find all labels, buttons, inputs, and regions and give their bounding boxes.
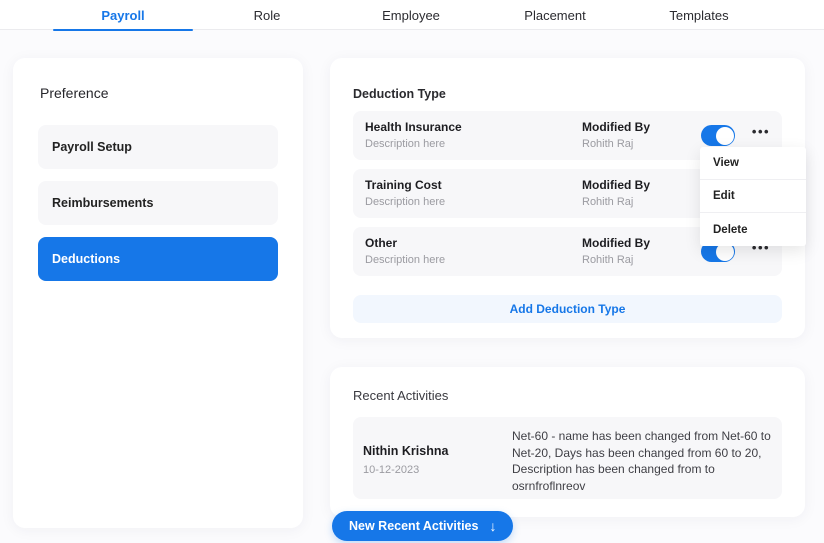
tab-role-label: Role — [254, 8, 281, 23]
recent-activities-panel: Recent Activities Nithin Krishna 10-12-2… — [330, 367, 805, 517]
modified-by-block: Modified By Rohith Raj — [582, 178, 650, 208]
tab-role[interactable]: Role — [195, 0, 339, 30]
new-recent-activities-label: New Recent Activities — [349, 519, 478, 533]
new-recent-activities-button[interactable]: New Recent Activities ↓ — [332, 511, 513, 541]
modified-by-label: Modified By — [582, 120, 650, 134]
sidebar-item-label: Deductions — [52, 252, 120, 266]
modified-by-value: Rohith Raj — [582, 138, 650, 150]
row-context-menu: View Edit Delete — [700, 147, 806, 246]
recent-activities-title: Recent Activities — [353, 388, 782, 403]
modified-by-value: Rohith Raj — [582, 254, 650, 266]
modified-by-label: Modified By — [582, 178, 650, 192]
sidebar-item-label: Payroll Setup — [52, 140, 132, 154]
menu-item-delete[interactable]: Delete — [700, 213, 806, 246]
add-deduction-type-button[interactable]: Add Deduction Type — [353, 295, 782, 323]
activity-author: Nithin Krishna — [363, 444, 448, 458]
tab-payroll[interactable]: Payroll — [51, 0, 195, 30]
tab-templates-label: Templates — [669, 8, 728, 23]
preference-title: Preference — [40, 85, 278, 101]
activity-author-block: Nithin Krishna 10-12-2023 — [363, 444, 448, 476]
tab-placement-label: Placement — [524, 8, 585, 23]
top-nav: Payroll Role Employee Placement Template… — [0, 0, 824, 30]
sidebar-item-label: Reimbursements — [52, 196, 153, 210]
modified-by-block: Modified By Rohith Raj — [582, 236, 650, 266]
tab-strip: Payroll Role Employee Placement Template… — [51, 0, 771, 30]
modified-by-value: Rohith Raj — [582, 196, 650, 208]
deduction-type-title: Deduction Type — [353, 87, 782, 101]
toggle-switch[interactable] — [701, 125, 735, 146]
tab-templates[interactable]: Templates — [627, 0, 771, 30]
menu-item-view[interactable]: View — [700, 147, 806, 180]
preference-panel: Preference Payroll Setup Reimbursements … — [13, 58, 303, 528]
sidebar-item-payroll-setup[interactable]: Payroll Setup — [38, 125, 278, 169]
toggle-knob — [716, 127, 734, 145]
modified-by-label: Modified By — [582, 236, 650, 250]
activity-item: Nithin Krishna 10-12-2023 Net-60 - name … — [353, 417, 782, 499]
arrow-down-icon: ↓ — [489, 519, 496, 533]
activity-date: 10-12-2023 — [363, 464, 448, 476]
tab-payroll-label: Payroll — [101, 8, 144, 23]
menu-item-edit[interactable]: Edit — [700, 180, 806, 213]
tab-employee[interactable]: Employee — [339, 0, 483, 30]
tab-placement[interactable]: Placement — [483, 0, 627, 30]
active-tab-underline — [53, 29, 193, 31]
more-options-icon[interactable]: ••• — [747, 124, 775, 139]
tab-employee-label: Employee — [382, 8, 440, 23]
modified-by-block: Modified By Rohith Raj — [582, 120, 650, 150]
activity-text: Net-60 - name has been changed from Net-… — [512, 428, 784, 494]
sidebar-item-reimbursements[interactable]: Reimbursements — [38, 181, 278, 225]
sidebar-item-deductions[interactable]: Deductions — [38, 237, 278, 281]
